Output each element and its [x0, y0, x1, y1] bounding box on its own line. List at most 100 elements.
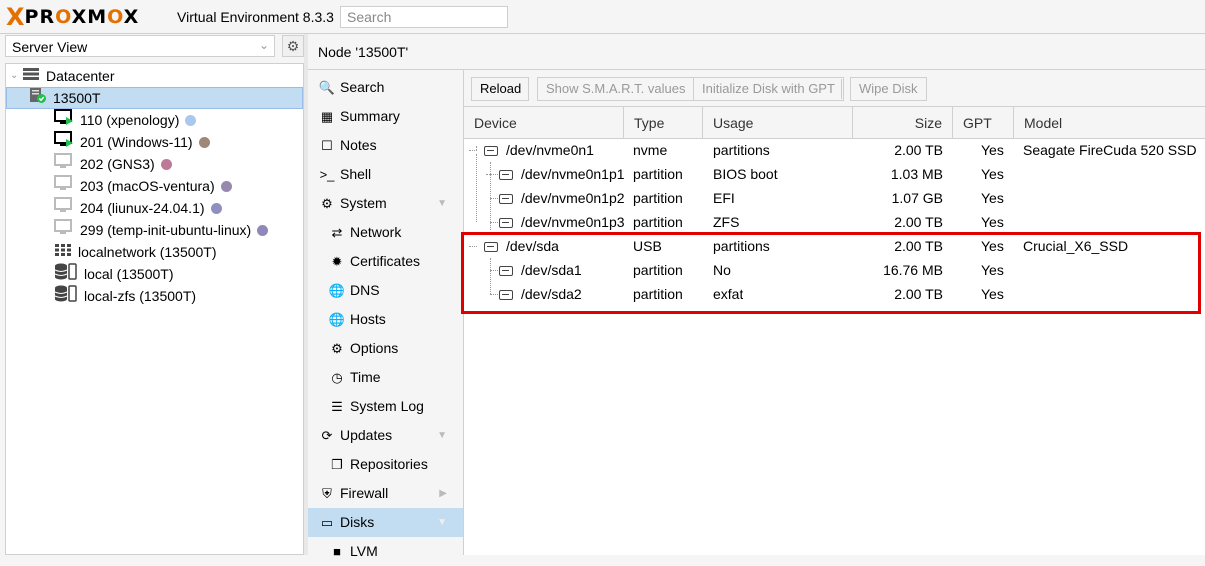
disk-icon — [484, 146, 498, 157]
clock-icon: ◷ — [331, 370, 343, 385]
table-row[interactable]: /dev/sda2 partition exfat 2.00 TB Yes — [464, 282, 1205, 306]
tag-dot — [160, 158, 172, 170]
expand-arrow-icon[interactable]: ▶ — [439, 479, 447, 508]
storage-icon — [54, 262, 78, 286]
tree-item-node-13500t[interactable]: 13500T — [6, 87, 303, 109]
collapse-arrow-icon[interactable]: ▼ — [437, 189, 447, 218]
shield-icon: ⛨ — [322, 486, 332, 501]
col-gpt[interactable]: GPT — [953, 107, 1014, 139]
tag-dot — [198, 136, 210, 148]
version-label: Virtual Environment 8.3.3 — [177, 9, 334, 25]
col-type[interactable]: Type — [624, 107, 703, 139]
nav-item-shell[interactable]: >_ Shell — [308, 160, 463, 189]
toolbar-separator — [841, 79, 842, 99]
tree-item-datacenter[interactable]: ⌄ Datacenter — [10, 65, 302, 87]
node-nav-menu: 🔍 Search ▦ Summary ☐ Notes >_ Shell ⚙ System ▼… — [308, 70, 464, 559]
tree-item-vm-299[interactable]: 299 (temp-init-ubuntu-linux) — [54, 219, 269, 241]
globe-icon: 🌐 — [328, 312, 346, 327]
collapse-arrow-icon[interactable]: ▼ — [437, 421, 447, 450]
notes-icon: ☐ — [321, 138, 333, 153]
nav-item-hosts[interactable]: 🌐 Hosts — [308, 305, 463, 334]
disk-icon — [484, 242, 498, 253]
page-title: Node '13500T' — [308, 34, 1205, 70]
toolbar: Reload Show S.M.A.R.T. values Initialize… — [464, 70, 1205, 107]
disk-icon — [499, 290, 513, 301]
table-row[interactable]: /dev/nvme0n1p1 partition BIOS boot 1.03 … — [464, 162, 1205, 186]
files-icon: ❐ — [331, 457, 343, 472]
nav-item-notes[interactable]: ☐ Notes — [308, 131, 463, 160]
node-icon — [29, 87, 47, 109]
search-input[interactable]: Search — [340, 6, 508, 28]
nav-item-network[interactable]: ⇄ Network — [308, 218, 463, 247]
tree-item-local[interactable]: local (13500T) — [54, 263, 174, 285]
vm-icon — [54, 175, 74, 197]
table-row[interactable]: /dev/sda USB partitions 2.00 TB Yes Cruc… — [464, 234, 1205, 258]
tree-item-vm-202[interactable]: 202 (GNS3) — [54, 153, 172, 175]
tree-item-local-zfs[interactable]: local-zfs (13500T) — [54, 285, 196, 307]
logo-x: X — [6, 3, 25, 31]
disk-icon — [499, 218, 513, 229]
nav-item-lvm[interactable]: ■ LVM — [308, 537, 463, 566]
tree-item-vm-203[interactable]: 203 (macOS-ventura) — [54, 175, 232, 197]
vm-icon — [54, 219, 74, 241]
init-gpt-button[interactable]: Initialize Disk with GPT — [693, 77, 844, 101]
view-selector-bar: Server View ⌄ ⚙ — [0, 34, 306, 60]
nav-item-disks[interactable]: ▭ Disks ▼ — [308, 508, 463, 537]
tag-dot — [210, 202, 222, 214]
gear-icon[interactable]: ⚙ — [282, 35, 304, 57]
vm-running-icon — [54, 109, 74, 131]
col-size[interactable]: Size — [853, 107, 953, 139]
book-icon: ▦ — [320, 109, 334, 124]
square-icon: ■ — [333, 544, 341, 559]
tree-item-vm-204[interactable]: 204 (liunux-24.04.1) — [54, 197, 222, 219]
show-smart-button[interactable]: Show S.M.A.R.T. values — [537, 77, 695, 101]
table-row[interactable]: /dev/nvme0n1 nvme partitions 2.00 TB Yes… — [464, 138, 1205, 162]
search-icon: 🔍 — [318, 80, 336, 95]
disk-icon — [499, 266, 513, 277]
datacenter-icon — [22, 65, 40, 87]
nav-item-search[interactable]: 🔍 Search — [308, 73, 463, 102]
table-row[interactable]: /dev/nvme0n1p3 partition ZFS 2.00 TB Yes — [464, 210, 1205, 234]
vm-icon — [54, 197, 74, 219]
disks-panel: Reload Show S.M.A.R.T. values Initialize… — [464, 70, 1205, 555]
tag-dot — [185, 114, 197, 126]
table-row[interactable]: /dev/sda1 partition No 16.76 MB Yes — [464, 258, 1205, 282]
globe-icon: 🌐 — [328, 283, 346, 298]
nav-item-system-log[interactable]: ☰ System Log — [308, 392, 463, 421]
proxmox-logo[interactable]: X PROXMOX — [6, 5, 139, 29]
tree-item-localnetwork[interactable]: localnetwork (13500T) — [54, 241, 217, 263]
vm-running-icon — [54, 131, 74, 153]
nav-item-summary[interactable]: ▦ Summary — [308, 102, 463, 131]
disk-icon — [499, 170, 513, 181]
nav-item-certificates[interactable]: ✹ Certificates — [308, 247, 463, 276]
collapse-icon[interactable]: ⌄ — [10, 65, 22, 87]
nav-item-firewall[interactable]: ⛨ Firewall ▶ — [308, 479, 463, 508]
col-device[interactable]: Device — [464, 107, 624, 139]
tree-item-vm-201[interactable]: 201 (Windows-11) — [54, 131, 210, 153]
list-icon: ☰ — [331, 399, 343, 414]
tree-item-vm-110[interactable]: 110 (xpenology) — [54, 109, 197, 131]
nav-item-updates[interactable]: ⟳ Updates ▼ — [308, 421, 463, 450]
table-row[interactable]: /dev/nvme0n1p2 partition EFI 1.07 GB Yes — [464, 186, 1205, 210]
wipe-disk-button[interactable]: Wipe Disk — [850, 77, 927, 101]
nav-item-dns[interactable]: 🌐 DNS — [308, 276, 463, 305]
terminal-icon: >_ — [319, 167, 335, 182]
nav-item-options[interactable]: ⚙ Options — [308, 334, 463, 363]
nav-item-repositories[interactable]: ❐ Repositories — [308, 450, 463, 479]
network-icon: ⇄ — [331, 225, 343, 240]
certificate-icon: ✹ — [331, 254, 343, 269]
tag-dot — [220, 180, 232, 192]
gears-icon: ⚙ — [321, 196, 333, 211]
top-header: X PROXMOX Virtual Environment 8.3.3 Sear… — [0, 0, 1205, 34]
nav-item-time[interactable]: ◷ Time — [308, 363, 463, 392]
reload-button[interactable]: Reload — [471, 77, 529, 101]
refresh-icon: ⟳ — [321, 428, 333, 443]
col-usage[interactable]: Usage — [703, 107, 853, 139]
col-model[interactable]: Model — [1014, 107, 1205, 139]
network-grid-icon — [54, 241, 72, 263]
grid-header: Device Type Usage Size GPT Model — [464, 107, 1205, 139]
server-view-select[interactable]: Server View ⌄ — [5, 35, 275, 57]
nav-item-system[interactable]: ⚙ System ▼ — [308, 189, 463, 218]
disk-icon: ▭ — [320, 515, 334, 530]
collapse-arrow-icon[interactable]: ▼ — [437, 508, 447, 537]
